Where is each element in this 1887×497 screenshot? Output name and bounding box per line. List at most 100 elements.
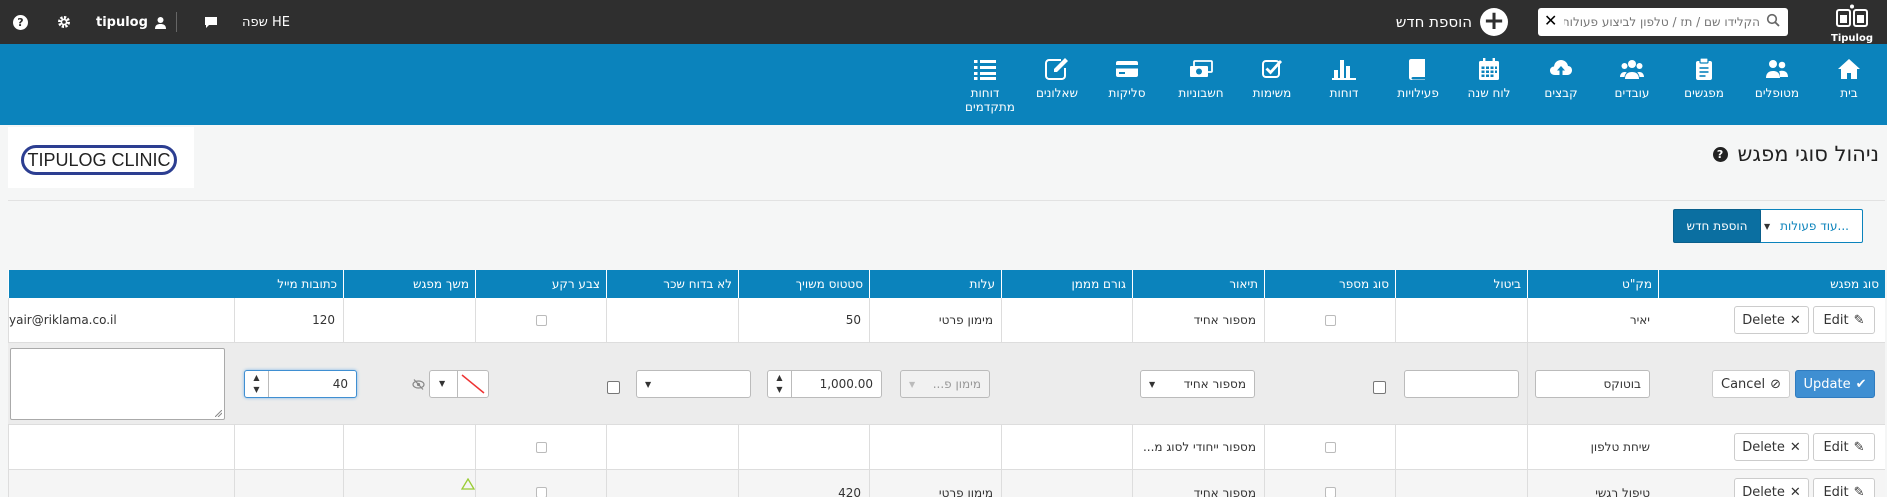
cell-cost: 50 — [738, 298, 869, 342]
cell-status — [606, 470, 738, 497]
type-input[interactable]: בוטוקס — [1535, 370, 1650, 398]
user-menu[interactable]: tipulog — [96, 0, 167, 44]
cancel-edit-button[interactable]: Cancel ⊘ — [1712, 370, 1790, 398]
add-new-button[interactable]: הוספת חדש — [1673, 209, 1761, 243]
col-header-status[interactable]: סטטוס משויך — [738, 270, 869, 298]
cell-duration: 120 — [234, 298, 343, 342]
nav-label: בית — [1840, 86, 1858, 100]
email-textarea[interactable] — [10, 348, 225, 420]
close-icon: ✕ — [1789, 439, 1801, 455]
nav-meetings[interactable]: מפגשים — [1673, 58, 1735, 100]
nav-advanced-reports[interactable]: דוחות מתקדמים — [952, 58, 1018, 114]
no-color-swatch — [461, 374, 485, 394]
nav-patients[interactable]: מטופלים — [1746, 58, 1808, 100]
sku-input[interactable] — [1404, 370, 1519, 398]
caret-down-icon: ▼ — [909, 379, 916, 389]
cell-not-in-payroll — [475, 470, 606, 497]
bar-chart-icon — [1332, 60, 1356, 80]
col-header-number-type[interactable]: סוג מספר — [1264, 270, 1395, 298]
cell-number-type: מספור אחיד — [1132, 470, 1264, 497]
main-nav: בית מטופלים מפגשים עובדים קבצים לוח שנה … — [0, 44, 1887, 125]
edit-button[interactable]: Edit ✎ — [1813, 306, 1875, 334]
logo-icon — [1836, 4, 1868, 27]
cost-input[interactable]: ▲ ▼ 1,000.00 — [767, 370, 882, 398]
close-icon: ✕ — [1789, 312, 1801, 328]
calendar-icon — [1479, 58, 1499, 80]
cancel-checkbox[interactable] — [1373, 381, 1386, 398]
status-select[interactable]: ▼ — [636, 370, 751, 398]
clear-search-icon[interactable]: ✕ — [1544, 11, 1557, 30]
settings-button[interactable] — [57, 0, 71, 44]
eye-slash-icon[interactable] — [412, 378, 425, 391]
edit-button[interactable]: Edit ✎ — [1813, 433, 1875, 461]
search-input[interactable] — [1564, 11, 1760, 33]
tipulog-logo[interactable]: Tipulog — [1829, 4, 1875, 44]
nav-employees[interactable]: עובדים — [1601, 58, 1663, 100]
cell-not-in-payroll — [475, 425, 606, 469]
cancel-checkbox[interactable] — [1324, 441, 1336, 453]
cell-type: שיחת טלפון — [1527, 425, 1658, 469]
not-in-payroll-checkbox[interactable] — [535, 441, 547, 453]
number-type-select[interactable]: מספור אחיד ▼ — [1140, 370, 1255, 398]
delete-button[interactable]: Delete ✕ — [1734, 433, 1809, 461]
col-header-sku[interactable]: מק"ט — [1527, 270, 1658, 298]
update-button[interactable]: Update ✔ — [1795, 370, 1875, 398]
nav-files[interactable]: קבצים — [1530, 58, 1592, 100]
funder-select[interactable]: מימון פ... ▼ — [900, 370, 990, 398]
help-button[interactable]: ? — [13, 0, 28, 44]
nav-invoices[interactable]: חשבוניות — [1170, 58, 1232, 100]
nav-questionnaires[interactable]: שאלונים — [1026, 58, 1088, 100]
language-selector[interactable]: שפה HE — [242, 0, 290, 44]
col-header-duration[interactable]: משך מפגש — [343, 270, 475, 298]
col-header-bg-color[interactable]: צבע רקע — [475, 270, 606, 298]
nav-label: חשבוניות — [1178, 86, 1224, 100]
duration-input[interactable]: ▲ ▼ 40 — [244, 370, 357, 398]
not-in-payroll-checkbox[interactable] — [535, 314, 547, 326]
duration-stepper[interactable]: ▲ ▼ — [245, 371, 269, 397]
not-in-payroll-checkbox[interactable] — [607, 381, 620, 398]
nav-calendar[interactable]: לוח שנה — [1458, 58, 1520, 100]
nav-clearing[interactable]: סליקות — [1096, 58, 1158, 100]
bg-color-picker[interactable]: ▼ — [429, 370, 489, 398]
cell-cancel — [1264, 470, 1395, 497]
cell-sku — [1395, 425, 1527, 469]
delete-button[interactable]: Delete ✕ — [1734, 306, 1809, 334]
nav-label: עובדים — [1614, 86, 1650, 100]
nav-reports[interactable]: דוחות — [1313, 58, 1375, 100]
table-row-editing: Update ✔ Cancel ⊘ בוטוקס מספור אחיד ▼ מימון… — [8, 343, 1885, 425]
color-dropdown[interactable]: ▼ — [430, 371, 458, 397]
cancel-checkbox[interactable] — [1324, 487, 1336, 497]
edit-button[interactable]: Edit ✎ — [1813, 478, 1875, 497]
cell-bg-color — [343, 425, 475, 469]
cell-not-in-payroll — [475, 298, 606, 342]
nav-activities[interactable]: פעילויות — [1387, 58, 1449, 100]
resize-handle-icon[interactable] — [215, 410, 222, 417]
col-header-not-in-payroll[interactable]: לא בדוח שכר — [606, 270, 738, 298]
page-title: ניהול סוגי מפגש — [1737, 142, 1879, 166]
delete-button[interactable]: Delete ✕ — [1734, 478, 1809, 497]
not-in-payroll-checkbox[interactable] — [535, 487, 547, 497]
col-header-funder[interactable]: גורם מממן — [1001, 270, 1132, 298]
messages-button[interactable] — [204, 0, 218, 44]
help-icon[interactable]: ? — [1712, 146, 1728, 162]
cell-email: yair@riklama.co.il — [8, 298, 234, 342]
col-header-description[interactable]: תיאור — [1132, 270, 1264, 298]
nav-label: סליקות — [1108, 86, 1146, 100]
more-actions-dropdown[interactable]: ▼ עוד פעולות... — [1750, 209, 1863, 243]
search-box: ✕ — [1538, 8, 1788, 36]
cancel-checkbox[interactable] — [1324, 314, 1336, 326]
cost-stepper[interactable]: ▲ ▼ — [768, 371, 792, 397]
cell-funder: מימון פרטי — [869, 470, 1001, 497]
top-add-new-button[interactable]: הוספת חדש + — [1396, 6, 1508, 38]
col-header-cancel[interactable]: ביטול — [1395, 270, 1527, 298]
col-header-cost[interactable]: עלות — [869, 270, 1001, 298]
nav-label: דוחות — [1329, 86, 1359, 100]
help-icon: ? — [13, 14, 28, 30]
col-header-emails[interactable]: כתובות מייל — [8, 270, 343, 298]
pencil-icon: ✎ — [1853, 439, 1865, 455]
cell-cost: 420 — [738, 470, 869, 497]
col-header-type[interactable]: סוג מפגש — [1658, 270, 1885, 298]
cell-sku — [1395, 470, 1527, 497]
nav-tasks[interactable]: משימות — [1241, 58, 1303, 100]
nav-home[interactable]: בית — [1818, 58, 1880, 100]
